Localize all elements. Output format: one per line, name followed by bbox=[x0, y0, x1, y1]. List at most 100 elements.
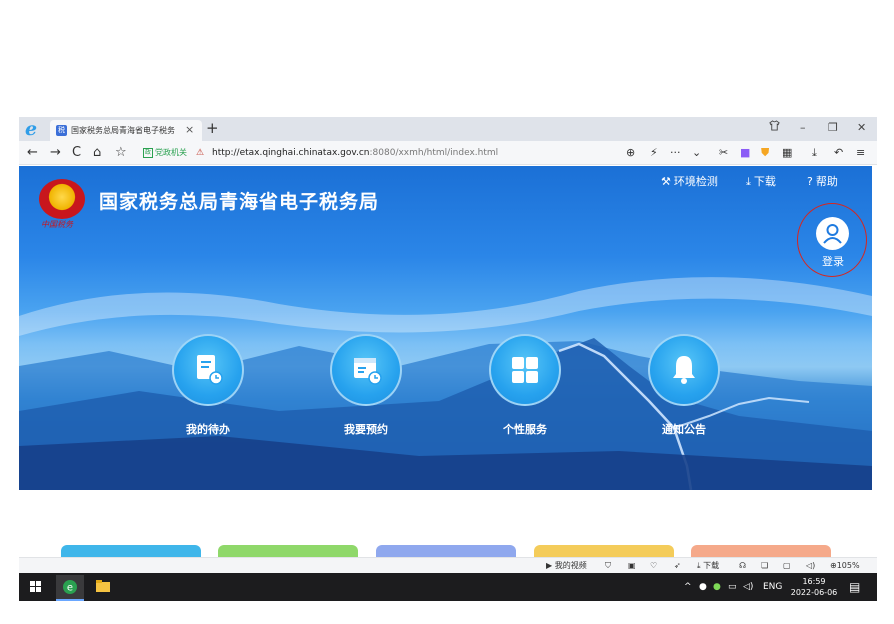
security-warning-icon[interactable]: ⚠ bbox=[196, 146, 204, 160]
user-avatar-icon bbox=[816, 217, 849, 250]
screenshot-icon[interactable]: ▣ bbox=[628, 560, 636, 571]
url-host: http://etax.qinghai.chinatax.gov.cn bbox=[212, 148, 370, 158]
restore-button[interactable]: ❐ bbox=[828, 120, 838, 136]
tray-network-icon[interactable]: ▭ bbox=[728, 581, 737, 593]
login-label: 登录 bbox=[822, 255, 844, 268]
folder-icon bbox=[96, 580, 110, 592]
service-label: 个性服务 bbox=[503, 423, 547, 436]
more-menu-button[interactable]: ··· bbox=[670, 145, 681, 161]
zoom-icon: ⊕ bbox=[830, 561, 837, 570]
env-check-link[interactable]: ⚒ 环境检测 bbox=[661, 175, 718, 189]
windows-start-icon[interactable] bbox=[30, 581, 42, 593]
tray-volume-icon[interactable]: ◁) bbox=[743, 581, 753, 593]
tray-language[interactable]: ENG bbox=[763, 581, 782, 593]
close-window-button[interactable]: ✕ bbox=[857, 120, 866, 136]
apps-grid-icon[interactable]: ▦ bbox=[782, 145, 792, 161]
service-card[interactable] bbox=[218, 545, 358, 557]
speaker-icon[interactable]: ◁) bbox=[806, 560, 815, 571]
shield-extension-icon[interactable]: ⛊ bbox=[761, 145, 769, 161]
download-manager-icon[interactable]: ⤓ bbox=[812, 145, 817, 161]
download-icon: ⤓ bbox=[746, 175, 751, 188]
national-emblem-logo bbox=[39, 179, 85, 219]
scissors-icon[interactable]: ✂ bbox=[719, 145, 728, 161]
grid-icon bbox=[489, 334, 561, 406]
zoom-level[interactable]: ⊕105% bbox=[830, 560, 860, 571]
reload-icon[interactable]: C bbox=[72, 145, 81, 161]
new-tab-button[interactable]: + bbox=[206, 119, 219, 137]
service-label: 我的待办 bbox=[186, 423, 230, 436]
bell-icon bbox=[648, 334, 720, 406]
emblem-caption: 中国税务 bbox=[41, 220, 73, 229]
favorites-star-icon[interactable]: ☆ bbox=[115, 145, 127, 161]
my-video-button[interactable]: ▶ 我的视频 bbox=[546, 560, 587, 571]
undo-icon[interactable]: ↶ bbox=[834, 145, 843, 161]
shield-icon[interactable]: ⛉ bbox=[605, 560, 611, 571]
login-button[interactable]: 登录 bbox=[797, 203, 867, 277]
browser-logo-icon[interactable]: e bbox=[25, 119, 37, 139]
rocket-icon[interactable]: ➶ bbox=[674, 560, 681, 571]
browser-window: e 税 国家税务总局青海省电子税务 × + – ❐ ✕ ← → C ⌂ ☆ 政党… bbox=[19, 117, 877, 601]
service-label: 我要预约 bbox=[344, 423, 388, 436]
hamburger-menu-icon[interactable]: ≡ bbox=[856, 145, 865, 161]
copy-icon[interactable]: ❏ bbox=[761, 560, 768, 571]
browser-status-bar: ▶ 我的视频 ⛉ ▣ ♡ ➶ ⤓ 下载 ☊ ❏ ▢ ◁) ⊕105% bbox=[19, 557, 877, 573]
minimize-button[interactable]: – bbox=[800, 120, 806, 136]
service-personal[interactable]: 个性服务 bbox=[470, 334, 580, 444]
tray-bell-icon[interactable]: ● bbox=[699, 581, 707, 593]
gov-agency-badge: 政党政机关 bbox=[143, 146, 187, 160]
zoom-value: 105% bbox=[836, 561, 860, 570]
tray-chevron-up-icon[interactable]: ^ bbox=[684, 581, 692, 593]
clock-time: 16:59 bbox=[802, 577, 826, 586]
extension-app-icon[interactable]: ■ bbox=[740, 145, 750, 161]
download-label: 下载 bbox=[753, 175, 776, 188]
service-my-todo[interactable]: 我的待办 bbox=[153, 334, 263, 444]
download-link[interactable]: ⤓ 下载 bbox=[746, 175, 776, 189]
taskbar-browser-app[interactable]: e bbox=[56, 575, 84, 601]
action-center-icon[interactable]: ▤ bbox=[849, 580, 860, 594]
forward-arrow-icon[interactable]: → bbox=[50, 145, 61, 161]
calendar-clock-icon bbox=[330, 334, 402, 406]
svg-text:e: e bbox=[67, 583, 73, 594]
shirt-skin-icon[interactable] bbox=[769, 120, 780, 136]
service-card[interactable] bbox=[376, 545, 516, 557]
lightning-icon[interactable]: ⚡ bbox=[650, 145, 658, 161]
service-card[interactable] bbox=[61, 545, 201, 557]
chevron-down-icon[interactable]: ⌄ bbox=[692, 145, 701, 161]
home-icon[interactable]: ⌂ bbox=[93, 145, 101, 161]
browser-app-icon: e bbox=[63, 580, 77, 594]
url-path: :8080/xxmh/html/index.html bbox=[369, 148, 499, 158]
gov-badge-label: 党政机关 bbox=[155, 148, 188, 157]
mountain-scenery bbox=[19, 277, 872, 490]
service-appointment[interactable]: 我要预约 bbox=[311, 334, 421, 444]
tab-favicon-icon: 税 bbox=[56, 125, 67, 136]
heart-icon[interactable]: ♡ bbox=[650, 560, 657, 571]
service-announcements[interactable]: 通知公告 bbox=[629, 334, 739, 444]
service-card[interactable] bbox=[691, 545, 831, 557]
tab-active[interactable]: 税 国家税务总局青海省电子税务 × bbox=[50, 120, 202, 141]
my-video-label: 我的视频 bbox=[554, 561, 587, 570]
url-field[interactable]: http://etax.qinghai.chinatax.gov.cn:8080… bbox=[212, 146, 498, 160]
help-link[interactable]: ? 帮助 bbox=[807, 175, 838, 189]
back-arrow-icon[interactable]: ← bbox=[27, 145, 38, 161]
todo-list-icon bbox=[172, 334, 244, 406]
headset-icon[interactable]: ☊ bbox=[739, 560, 746, 571]
status-download-label: 下载 bbox=[703, 561, 720, 570]
help-label: 帮助 bbox=[815, 175, 838, 188]
status-download-button[interactable]: ⤓ 下载 bbox=[697, 560, 719, 571]
window-icon[interactable]: ▢ bbox=[783, 560, 791, 571]
tray-app-icon[interactable]: ● bbox=[713, 581, 721, 593]
gov-badge-box: 政 bbox=[143, 147, 154, 158]
tray-clock[interactable]: 16:59 2022-06-06 bbox=[789, 576, 839, 598]
clock-date: 2022-06-06 bbox=[790, 588, 838, 597]
zoom-search-icon[interactable]: ⊕ bbox=[626, 145, 635, 161]
page-banner: 中国税务 国家税务总局青海省电子税务局 ⚒ 环境检测 ⤓ 下载 ? 帮助 登录 我的待… bbox=[19, 166, 872, 490]
windows-taskbar: e ^ ● ● ▭ ◁) ENG 16:59 2022-06-06 ▤ bbox=[19, 573, 877, 601]
tab-bar: e 税 国家税务总局青海省电子税务 × + – ❐ ✕ bbox=[19, 117, 877, 141]
service-label: 通知公告 bbox=[662, 423, 706, 436]
tab-close-button[interactable]: × bbox=[185, 123, 194, 137]
site-title: 国家税务总局青海省电子税务局 bbox=[99, 191, 380, 213]
env-check-label: 环境检测 bbox=[673, 175, 718, 188]
taskbar-file-explorer[interactable] bbox=[89, 575, 117, 601]
tab-title: 国家税务总局青海省电子税务 bbox=[71, 126, 175, 135]
service-card[interactable] bbox=[534, 545, 674, 557]
